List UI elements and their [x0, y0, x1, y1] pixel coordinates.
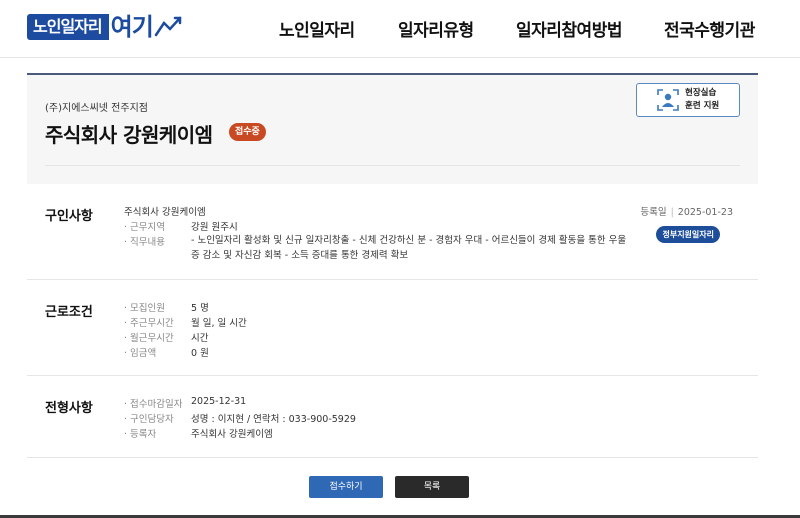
selection-section: 전형사항 · 접수마감일자 2025-12-31 · 구인담당자 성명 : 이지…	[27, 376, 758, 458]
duty-label: · 직무내용	[124, 237, 165, 248]
contact-value: 성명 : 이지현 / 연락처 : 033-900-5929	[191, 414, 356, 425]
work-area-value: 강원 원주시	[191, 222, 238, 233]
weekly-hours-label: · 주근무시간	[124, 318, 174, 329]
wage-label: · 임금액	[124, 348, 157, 359]
deadline-label: · 접수마감일자	[124, 399, 183, 410]
registrant-value: 주식회사 강원케이엠	[191, 429, 273, 440]
headcount-value: 5 명	[191, 303, 209, 314]
recruit-section-title: 구인사항	[45, 209, 93, 224]
logo-main-text: 노인일자리	[27, 14, 109, 40]
list-button[interactable]: 목록	[395, 476, 469, 498]
monthly-hours-value: 시간	[191, 333, 209, 344]
logo-accent-text: 여기	[110, 13, 154, 41]
status-badge: 접수중	[229, 123, 266, 141]
registrant-label: · 등록자	[124, 429, 157, 440]
deadline-value: 2025-12-31	[191, 396, 247, 407]
reg-date-value: 2025-01-23	[677, 207, 733, 218]
conditions-section: 근로조건 · 모집인원 5 명 · 주근무시간 월 일, 일 시간 · 월근무시…	[27, 280, 758, 376]
nav-item-agencies[interactable]: 전국수행기관	[664, 16, 774, 41]
field-training-support-button[interactable]: 현장실습 훈련 지원	[636, 83, 740, 117]
recruit-section: 구인사항 주식회사 강원케이엠 · 근무지역 강원 원주시 · 직무내용 - 노…	[27, 184, 758, 280]
nav-item-job-types[interactable]: 일자리유형	[398, 16, 508, 41]
wage-value: 0 원	[191, 348, 209, 359]
page-title: 주식회사 강원케이엠	[45, 123, 213, 147]
nav-item-senior-jobs[interactable]: 노인일자리	[279, 16, 379, 41]
site-logo[interactable]: 노인일자리 여기	[27, 11, 184, 43]
person-frame-icon	[657, 89, 679, 111]
apply-button[interactable]: 접수하기	[309, 476, 383, 498]
duty-value: - 노인일자리 활성화 및 신규 일자리창출 - 신체 건강하신 분 - 경험자…	[191, 235, 627, 261]
training-label-line2: 훈련 지원	[685, 101, 720, 111]
training-label-line1: 현장실습	[685, 88, 717, 98]
registration-date: 등록일 | 2025-01-23	[640, 207, 733, 218]
job-title-panel: (주)지에스씨넷 전주지점 주식회사 강원케이엠 접수중 현장실습 훈련 지원	[27, 73, 758, 184]
monthly-hours-label: · 월근무시간	[124, 333, 174, 344]
panel-divider	[45, 165, 740, 166]
site-header: 노인일자리 여기 노인일자리 일자리유형 일자리참여방법 전국수행기관	[0, 0, 800, 58]
recruit-company: 주식회사 강원케이엠	[124, 207, 206, 218]
reg-date-label: 등록일	[640, 207, 667, 218]
nav-item-how-to-join[interactable]: 일자리참여방법	[516, 16, 656, 41]
headcount-label: · 모집인원	[124, 303, 165, 314]
branch-name: (주)지에스씨넷 전주지점	[45, 103, 148, 114]
logo-arrow-icon	[154, 16, 182, 37]
gov-job-badge: 정부지원일자리	[656, 226, 720, 243]
weekly-hours-value: 월 일, 일 시간	[191, 318, 247, 329]
selection-section-title: 전형사항	[45, 401, 93, 416]
conditions-section-title: 근로조건	[45, 305, 93, 320]
contact-label: · 구인담당자	[124, 414, 174, 425]
work-area-label: · 근무지역	[124, 222, 165, 233]
